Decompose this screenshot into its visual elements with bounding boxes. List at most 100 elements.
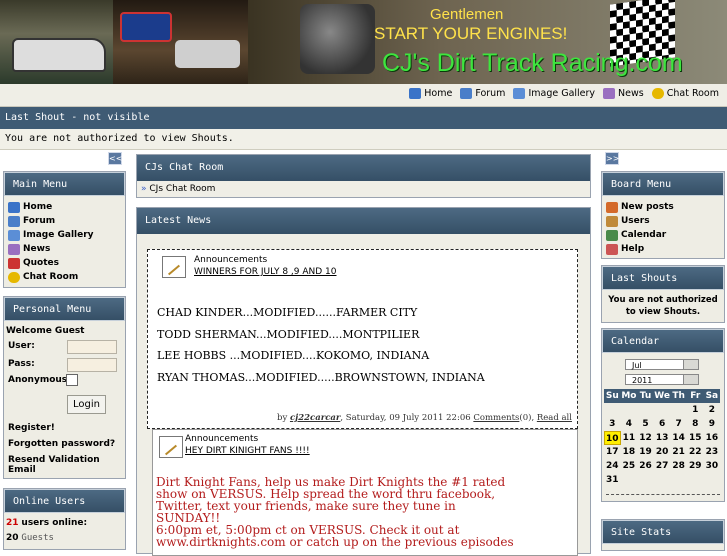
calendar-day[interactable]: 26 [637,459,654,473]
last-shout-text: You are not authorized to view Shouts. [5,133,234,144]
chat-room-box: CJs Chat Room » CJs Chat Room [136,154,591,198]
calendar-day[interactable]: 27 [654,459,671,473]
site-stats-box: Site Stats [601,519,725,551]
calendar-day[interactable]: 5 [637,417,654,431]
article-title-link[interactable]: HEY DIRT KINIGHT FANS !!!! [185,446,310,456]
weekday: Su [604,389,621,403]
collapse-right-button[interactable]: >> [605,152,619,165]
anonymous-label: Anonymous: [8,375,71,385]
engine-image [300,4,375,74]
banner-race-car-image [12,38,106,72]
board-new-posts[interactable]: New posts [602,200,724,214]
main-menu-chat-room-label: Chat Room [23,272,79,282]
calendar-day[interactable]: 9 [704,417,721,431]
calendar-icon [606,229,618,241]
last-shout-bar: Last Shout - not visible [0,107,727,129]
calendar-day[interactable]: 2 [704,403,721,417]
calendar-day[interactable]: 29 [687,459,704,473]
announcement-icon [162,256,186,278]
article-category: Announcements [194,255,268,265]
calendar-day[interactable]: 7 [670,417,687,431]
calendar-day[interactable]: 20 [654,445,671,459]
calendar-day[interactable]: 31 [604,473,621,487]
calendar-day[interactable]: 3 [604,417,621,431]
anonymous-checkbox[interactable] [66,374,78,386]
password-input[interactable] [67,358,117,372]
calendar-day[interactable]: 4 [621,417,638,431]
calendar-day[interactable]: 13 [654,431,671,445]
month-select[interactable]: Jul [625,359,699,370]
board-help-label: Help [621,244,645,254]
nav-chat-room[interactable]: Chat Room [651,88,719,99]
article-line: TODD SHERMAN...MODIFIED....MONTPILIER [157,328,420,341]
article-title-link[interactable]: WINNERS FOR JULY 8 ,9 AND 10 [194,267,337,277]
calendar-day[interactable]: 11 [621,431,638,445]
main-menu-forum-label: Forum [23,216,56,226]
nav-news[interactable]: News [603,88,644,99]
calendar-day[interactable]: 17 [604,445,621,459]
chat-room-link[interactable]: » CJs Chat Room [137,181,590,194]
nav-news-label: News [618,88,644,99]
nav-home[interactable]: Home [409,88,452,99]
main-menu-news[interactable]: News [4,242,125,256]
board-users[interactable]: Users [602,214,724,228]
calendar-day[interactable]: 1 [687,403,704,417]
help-icon [606,243,618,255]
calendar-day[interactable]: 23 [704,445,721,459]
login-button[interactable]: Login [67,395,106,414]
comments-link[interactable]: Comments [473,413,519,423]
main-menu-quotes[interactable]: Quotes [4,256,125,270]
last-shouts-title: Last Shouts [602,266,724,290]
last-shouts-box: Last Shouts You are not authorized to vi… [601,265,725,323]
calendar-today[interactable]: 10 [604,431,621,445]
board-help[interactable]: Help [602,242,724,256]
online-count: 21 [6,518,19,528]
calendar-day[interactable]: 28 [670,459,687,473]
calendar-day[interactable]: 24 [604,459,621,473]
read-all-link[interactable]: Read all [537,413,572,423]
resend-validation-link[interactable]: Resend Validation Email [8,455,125,475]
calendar-week: 10 11 12 13 14 15 16 [604,431,720,445]
nav-image-gallery[interactable]: Image Gallery [513,88,595,99]
calendar-day[interactable]: 8 [687,417,704,431]
calendar-day [670,473,687,487]
calendar-day[interactable]: 16 [704,431,721,445]
main-menu-chat-room[interactable]: Chat Room [4,270,125,284]
gallery-icon [513,88,526,99]
site-stats-title: Site Stats [602,520,724,544]
year-select[interactable]: 2011 [625,374,699,385]
chat-icon [651,88,664,99]
calendar-day[interactable]: 21 [670,445,687,459]
forgotten-password-link[interactable]: Forgotten password? [8,439,115,449]
weekday: We [653,389,671,403]
calendar-day[interactable]: 25 [621,459,638,473]
calendar-day[interactable]: 18 [621,445,638,459]
calendar-day[interactable]: 19 [637,445,654,459]
calendar-day[interactable]: 30 [704,459,721,473]
main-menu-forum[interactable]: Forum [4,214,125,228]
nav-forum[interactable]: Forum [460,88,505,99]
weekday: Sa [703,389,721,403]
calendar-day[interactable]: 15 [687,431,704,445]
board-calendar-label: Calendar [621,230,667,240]
register-link[interactable]: Register! [8,423,55,433]
users-icon [606,215,618,227]
announcement-icon [159,436,183,458]
calendar-day [637,473,654,487]
username-input[interactable] [67,340,117,354]
article-date: , Saturday, 09 July 2011 22:06 [340,413,471,423]
calendar-day[interactable]: 12 [637,431,654,445]
main-menu-home[interactable]: Home [4,200,125,214]
article-line: RYAN THOMAS...MODIFIED.....BROWNSTOWN, I… [157,371,485,384]
author-link[interactable]: cj22carcar [290,413,340,423]
board-users-label: Users [621,216,650,226]
main-menu-image-gallery[interactable]: Image Gallery [4,228,125,242]
weekday: Fr [686,389,704,403]
home-icon [409,88,422,99]
calendar-day[interactable]: 14 [670,431,687,445]
calendar-day[interactable]: 6 [654,417,671,431]
calendar-day[interactable]: 22 [687,445,704,459]
calendar-day [637,403,654,417]
board-calendar[interactable]: Calendar [602,228,724,242]
collapse-left-button[interactable]: << [108,152,122,165]
